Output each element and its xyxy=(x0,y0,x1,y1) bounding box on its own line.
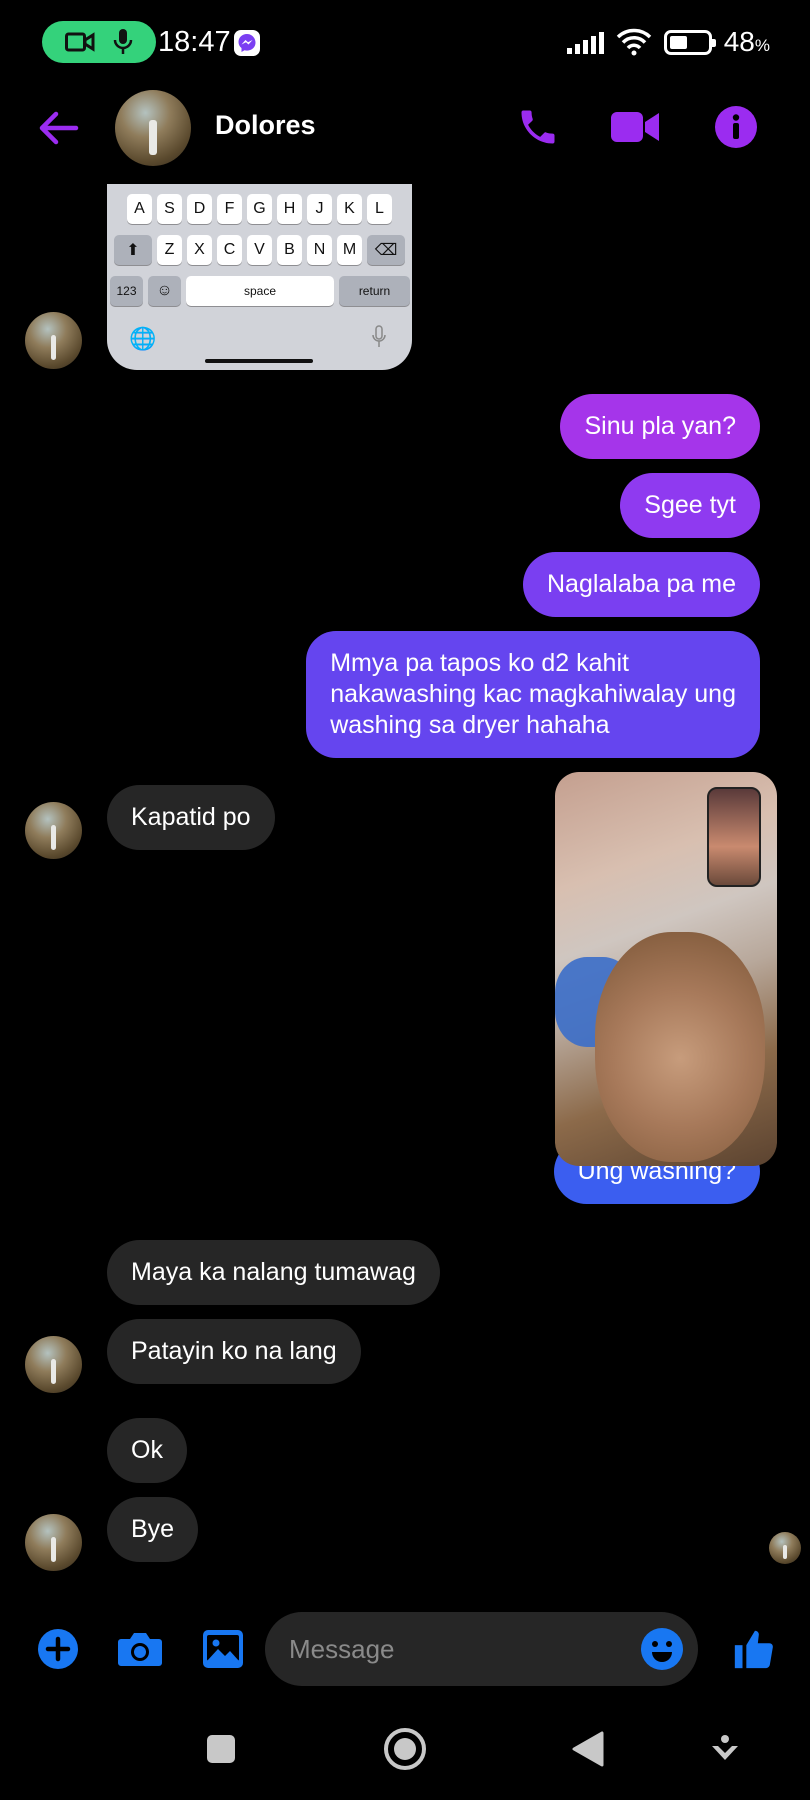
keyboard-key: G xyxy=(247,194,272,224)
contact-avatar-small xyxy=(25,312,82,369)
contact-avatar-small xyxy=(25,1336,82,1393)
keyboard-key: X xyxy=(187,235,212,265)
info-icon xyxy=(715,106,757,148)
message-bubble-incoming[interactable]: Bye xyxy=(107,1497,199,1562)
message-bubble-outgoing[interactable]: Naglalaba pa me xyxy=(522,552,760,617)
more-actions-button[interactable] xyxy=(34,1625,82,1673)
keyboard-key: A xyxy=(127,194,152,224)
keyboard-key: M xyxy=(337,235,362,265)
back-button[interactable] xyxy=(36,106,80,150)
number-key: 123 xyxy=(110,276,143,306)
message-bubble-outgoing[interactable]: Mmya pa tapos ko d2 kahit nakawashing ka… xyxy=(306,631,760,758)
keyboard-key: S xyxy=(157,194,182,224)
system-nav-bar xyxy=(0,1700,810,1800)
contact-name[interactable]: Dolores xyxy=(215,110,316,141)
recents-icon xyxy=(207,1735,235,1763)
message-input[interactable] xyxy=(289,1612,629,1686)
like-button[interactable] xyxy=(730,1625,778,1673)
info-button[interactable] xyxy=(711,102,761,152)
phone-icon xyxy=(521,110,555,144)
message-bubble-outgoing[interactable]: Sgee tyt xyxy=(620,473,760,538)
back-icon xyxy=(572,1731,604,1767)
emoji-key-icon: ☺ xyxy=(148,276,181,306)
read-receipt-avatar xyxy=(769,1532,801,1564)
messenger-icon xyxy=(234,30,260,56)
keyboard-key: B xyxy=(277,235,302,265)
keyboard-key: N xyxy=(307,235,332,265)
message-bubble-incoming[interactable]: Ok xyxy=(107,1418,187,1483)
return-key: return xyxy=(339,276,410,306)
keyboard-key: J xyxy=(307,194,332,224)
status-bar: 18:47 48% xyxy=(0,0,810,88)
emoji-icon xyxy=(641,1628,683,1670)
message-composer xyxy=(0,1600,810,1700)
delete-key-icon: ⌫ xyxy=(367,235,405,265)
plus-icon xyxy=(38,1629,78,1669)
keyboard-key: Z xyxy=(157,235,182,265)
keyboard-row-1: ASDFGHJKL xyxy=(107,194,412,224)
keyboard-key: V xyxy=(247,235,272,265)
back-arrow-icon xyxy=(39,111,79,145)
gallery-button[interactable] xyxy=(199,1625,247,1673)
emoji-button[interactable] xyxy=(640,1627,684,1671)
home-indicator xyxy=(205,359,313,363)
shift-key-icon: ⬆ xyxy=(114,235,152,265)
message-input-container[interactable] xyxy=(265,1612,698,1686)
battery-icon xyxy=(663,29,716,55)
ongoing-call-pill[interactable] xyxy=(42,21,156,63)
assistant-button[interactable] xyxy=(702,1726,748,1772)
message-bubble-incoming[interactable]: Kapatid po xyxy=(107,785,275,850)
globe-icon: 🌐 xyxy=(129,326,157,351)
mic-icon xyxy=(113,29,133,54)
wifi-icon xyxy=(616,28,651,56)
camera-icon xyxy=(118,1633,162,1666)
keyboard-key: L xyxy=(367,194,392,224)
keyboard-key: D xyxy=(187,194,212,224)
message-line: nakawashing kac magkahiwalay ung xyxy=(330,680,736,708)
image-attachment[interactable]: ASDFGHJKL ⬆ ZXCVBNM ⌫ 123 ☺ space return… xyxy=(107,184,412,370)
video-call-icon xyxy=(65,32,95,52)
message-line: washing sa dryer hahaha xyxy=(330,711,610,739)
keyboard-row-3: 123 ☺ space return xyxy=(107,276,412,306)
keyboard-key: F xyxy=(217,194,242,224)
video-camera-icon xyxy=(611,112,659,142)
recents-button[interactable] xyxy=(198,1726,244,1772)
gallery-icon xyxy=(203,1630,243,1668)
keyboard-key: H xyxy=(277,194,302,224)
space-key: space xyxy=(186,276,334,306)
message-line: Mmya pa tapos ko d2 kahit xyxy=(330,649,629,677)
keyboard-key: C xyxy=(217,235,242,265)
contact-avatar-small xyxy=(25,802,82,859)
contact-avatar-small xyxy=(25,1514,82,1571)
audio-call-button[interactable] xyxy=(513,102,563,152)
thumbs-up-icon xyxy=(734,1630,773,1669)
keyboard-row-2: ⬆ ZXCVBNM ⌫ xyxy=(107,235,412,265)
clock: 18:47 xyxy=(158,26,231,58)
home-icon xyxy=(384,1728,426,1770)
battery-percent: 48% xyxy=(723,26,770,57)
back-nav-button[interactable] xyxy=(565,1726,611,1772)
message-bubble-outgoing[interactable]: Sinu pla yan? xyxy=(560,394,760,459)
message-bubble-incoming[interactable]: Maya ka nalang tumawag xyxy=(107,1240,440,1305)
camera-button[interactable] xyxy=(116,1625,164,1673)
self-view-pip xyxy=(707,787,761,887)
chat-header: Dolores xyxy=(0,88,810,183)
dictation-mic-icon xyxy=(372,325,386,347)
video-call-preview[interactable] xyxy=(555,772,777,1166)
video-face xyxy=(595,932,765,1162)
video-call-button[interactable] xyxy=(610,102,660,152)
assistant-icon xyxy=(712,1735,738,1760)
message-bubble-incoming[interactable]: Patayin ko na lang xyxy=(107,1319,361,1384)
home-button[interactable] xyxy=(382,1726,428,1772)
contact-avatar[interactable] xyxy=(115,90,191,166)
signal-icon xyxy=(566,30,604,54)
keyboard-key: K xyxy=(337,194,362,224)
